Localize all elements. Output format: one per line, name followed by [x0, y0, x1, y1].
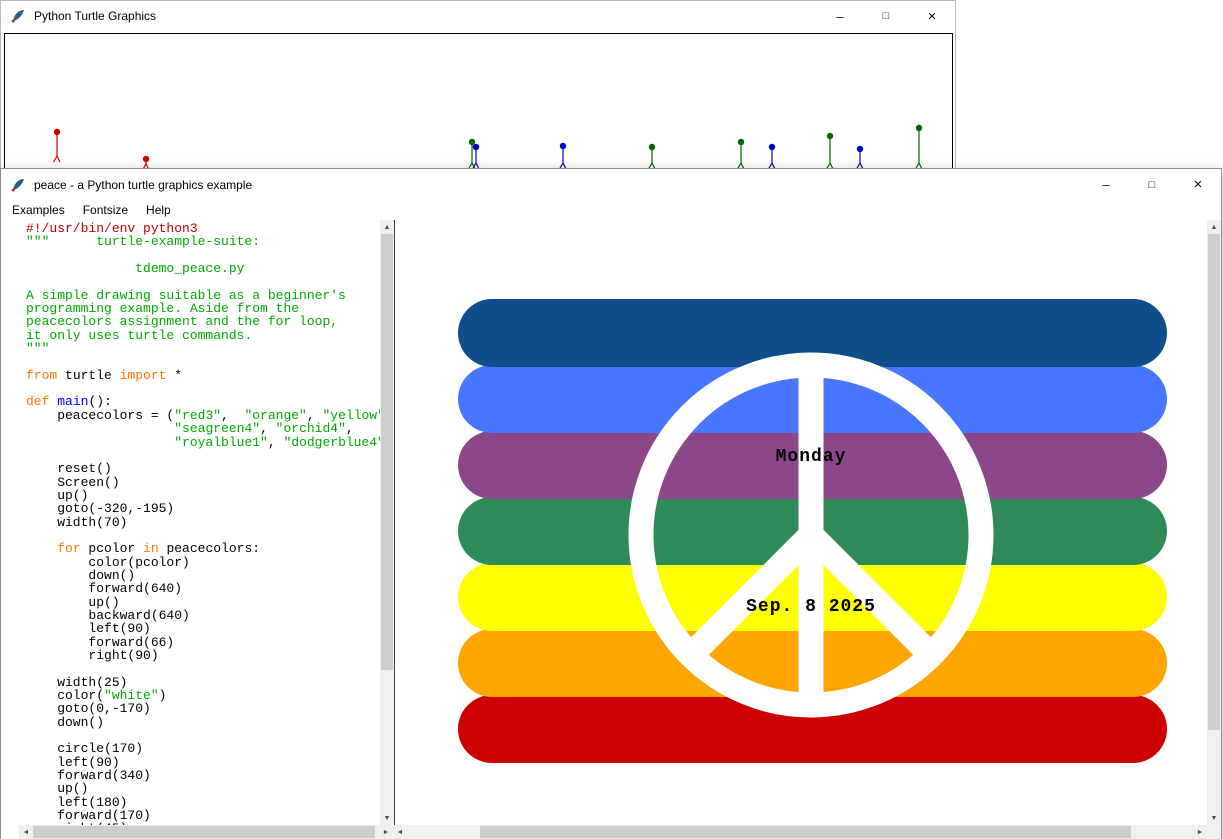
code-line — [26, 249, 380, 262]
code-line: up() — [26, 489, 380, 502]
turtle-icon — [10, 177, 26, 193]
canvas-horizontal-scrollbar[interactable]: ◄ ► — [393, 825, 1207, 839]
close-button[interactable]: × — [909, 1, 955, 31]
code-line: tdemo_peace.py — [26, 262, 380, 275]
code-line: up() — [26, 782, 380, 795]
code-line: left(90) — [26, 622, 380, 635]
code-line: forward(340) — [26, 769, 380, 782]
canvas-hscroll-thumb[interactable] — [480, 826, 1131, 838]
stick-figure — [469, 139, 476, 169]
code-line: peacecolors assignment and the for loop, — [26, 315, 380, 328]
scroll-up-icon[interactable]: ▲ — [1207, 220, 1221, 234]
code-horizontal-scrollbar[interactable]: ◄ ► — [19, 825, 393, 839]
code-line: "seagreen4", "orchid4", — [26, 422, 380, 435]
code-line: "royalblue1", "dodgerblue4") — [26, 436, 380, 449]
code-line: it only uses turtle commands. — [26, 329, 380, 342]
date-text: Sep. 8 2025 — [746, 597, 876, 617]
code-line: peacecolors = ("red3", "orange", "yellow… — [26, 409, 380, 422]
code-vertical-scrollbar[interactable]: ▲ ▼ — [380, 220, 394, 825]
code-line: width(25) — [26, 676, 380, 689]
code-line — [26, 729, 380, 742]
peace-symbol — [395, 220, 1207, 824]
front-titlebar[interactable]: peace - a Python turtle graphics example… — [1, 169, 1221, 200]
stick-figure — [769, 144, 776, 169]
turtle-icon — [10, 8, 26, 24]
code-line: """ — [26, 342, 380, 355]
weekday-text: Monday — [776, 447, 847, 467]
code-line: color("white") — [26, 689, 380, 702]
bottom-scroll-area: ◄ ► ◄ ► — [1, 825, 1221, 839]
front-window-title: peace - a Python turtle graphics example — [34, 178, 252, 192]
menu-examples[interactable]: Examples — [3, 201, 74, 219]
stick-figure — [649, 144, 656, 169]
stick-figure — [738, 139, 745, 169]
code-line: right(90) — [26, 649, 380, 662]
stick-figure — [916, 125, 923, 169]
maximize-button[interactable]: □ — [1129, 169, 1175, 200]
code-line: for pcolor in peacecolors: — [26, 542, 380, 555]
code-line: up() — [26, 596, 380, 609]
code-hscroll-thumb[interactable] — [33, 826, 375, 838]
code-line — [26, 355, 380, 368]
code-line: """ turtle-example-suite: — [26, 235, 380, 248]
code-line — [26, 449, 380, 462]
scroll-up-icon[interactable]: ▲ — [380, 220, 394, 234]
scroll-right-icon[interactable]: ► — [379, 825, 393, 839]
code-editor[interactable]: #!/usr/bin/env python3""" turtle-example… — [19, 220, 380, 825]
code-line: A simple drawing suitable as a beginner'… — [26, 289, 380, 302]
menu-fontsize[interactable]: Fontsize — [74, 201, 137, 219]
scroll-left-icon[interactable]: ◄ — [19, 825, 33, 839]
code-line: down() — [26, 716, 380, 729]
code-line: from turtle import * — [26, 369, 380, 382]
scroll-down-icon[interactable]: ▼ — [1207, 811, 1221, 825]
stick-figure — [560, 143, 567, 169]
back-titlebar[interactable]: Python Turtle Graphics – □ × — [1, 1, 955, 31]
code-line: backward(640) — [26, 609, 380, 622]
code-line: width(70) — [26, 516, 380, 529]
scroll-down-icon[interactable]: ▼ — [380, 811, 394, 825]
minimize-button[interactable]: – — [1083, 169, 1129, 200]
code-line: goto(0,-170) — [26, 702, 380, 715]
close-button[interactable]: × — [1175, 169, 1221, 200]
canvas-vertical-scrollbar[interactable]: ▲ ▼ — [1207, 220, 1221, 825]
menubar: Examples Fontsize Help — [1, 200, 1221, 220]
peace-left-diagonal — [691, 535, 811, 655]
scroll-left-icon[interactable]: ◄ — [393, 825, 407, 839]
minimize-button[interactable]: – — [817, 1, 863, 31]
stick-figure — [857, 146, 864, 169]
code-line: reset() — [26, 462, 380, 475]
code-line: forward(66) — [26, 636, 380, 649]
code-line: def main(): — [26, 395, 380, 408]
turtle-canvas-peace: Monday Sep. 8 2025 — [394, 220, 1207, 825]
code-line — [26, 529, 380, 542]
code-line: color(pcolor) — [26, 556, 380, 569]
code-pane-margin — [1, 220, 19, 825]
code-line: circle(170) — [26, 742, 380, 755]
code-line: #!/usr/bin/env python3 — [26, 222, 380, 235]
code-line: programming example. Aside from the — [26, 302, 380, 315]
maximize-button[interactable]: □ — [863, 1, 909, 31]
code-line — [26, 275, 380, 288]
code-line: forward(170) — [26, 809, 380, 822]
code-line: goto(-320,-195) — [26, 502, 380, 515]
peace-right-diagonal — [811, 535, 931, 655]
code-vscroll-thumb[interactable] — [381, 234, 393, 670]
code-line: Screen() — [26, 476, 380, 489]
code-line: left(90) — [26, 756, 380, 769]
code-line — [26, 662, 380, 675]
scroll-right-icon[interactable]: ► — [1193, 825, 1207, 839]
code-line: down() — [26, 569, 380, 582]
code-line — [26, 382, 380, 395]
code-line: left(180) — [26, 796, 380, 809]
menu-help[interactable]: Help — [137, 201, 180, 219]
scrollbar-gap — [1, 825, 19, 839]
stick-figure — [54, 129, 61, 162]
stick-figure — [827, 133, 834, 169]
code-line: forward(640) — [26, 582, 380, 595]
back-window-title: Python Turtle Graphics — [34, 9, 156, 23]
scrollbar-corner — [1207, 825, 1221, 839]
canvas-vscroll-thumb[interactable] — [1208, 234, 1220, 730]
peace-example-window: peace - a Python turtle graphics example… — [0, 168, 1222, 839]
